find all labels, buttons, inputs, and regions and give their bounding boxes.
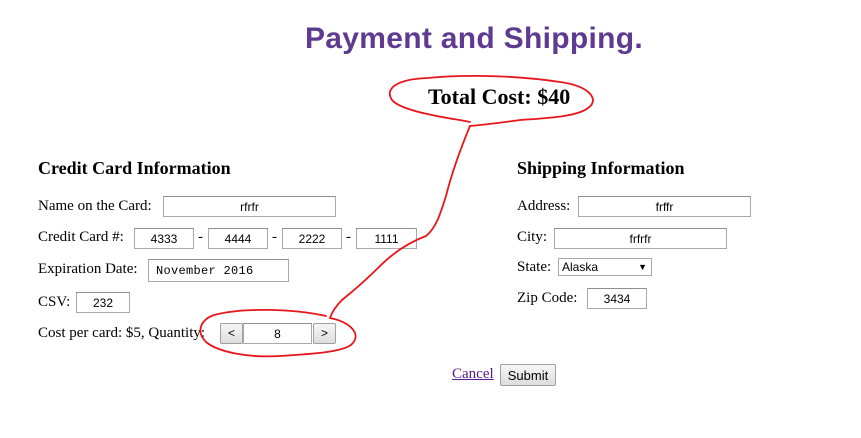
- city-input[interactable]: [554, 228, 727, 249]
- cancel-link[interactable]: Cancel: [452, 366, 494, 383]
- page-title: Payment and Shipping.: [305, 22, 643, 55]
- total-cost: Total Cost: $40: [428, 84, 571, 109]
- quantity-input[interactable]: [243, 323, 312, 344]
- expiration-date-label: Expiration Date:: [38, 261, 138, 277]
- credit-card-section-title: Credit Card Information: [38, 158, 231, 178]
- card-number-part-4[interactable]: [356, 228, 417, 249]
- card-number-dash: -: [272, 229, 277, 245]
- name-on-card-input[interactable]: [163, 196, 336, 217]
- name-on-card-label: Name on the Card:: [38, 198, 152, 214]
- zip-code-input[interactable]: [587, 288, 647, 309]
- annotation-overlay: [199, 75, 594, 358]
- card-number-dash: -: [198, 229, 203, 245]
- credit-card-number-label: Credit Card #:: [38, 229, 124, 245]
- state-select[interactable]: Alaska ▼: [558, 258, 652, 276]
- city-label: City:: [517, 229, 548, 245]
- submit-button[interactable]: Submit: [500, 364, 556, 386]
- card-number-dash: -: [346, 229, 351, 245]
- csv-input[interactable]: [76, 292, 130, 313]
- decrement-button[interactable]: <: [220, 323, 243, 344]
- quantity-label: Cost per card: $5, Quantity:: [38, 325, 206, 341]
- increment-button[interactable]: >: [313, 323, 336, 344]
- annotation-connector: [329, 125, 471, 319]
- state-label: State:: [517, 259, 552, 275]
- shipping-section-title: Shipping Information: [517, 158, 685, 178]
- card-number-part-1[interactable]: [134, 228, 194, 249]
- card-number-part-3[interactable]: [282, 228, 342, 249]
- chevron-down-icon: ▼: [638, 262, 647, 272]
- address-label: Address:: [517, 198, 571, 214]
- expiration-date-input[interactable]: [148, 259, 289, 282]
- csv-label: CSV:: [38, 294, 71, 310]
- card-number-part-2[interactable]: [208, 228, 268, 249]
- zip-code-label: Zip Code:: [517, 290, 578, 306]
- address-input[interactable]: [578, 196, 751, 217]
- state-select-value: Alaska: [562, 260, 599, 274]
